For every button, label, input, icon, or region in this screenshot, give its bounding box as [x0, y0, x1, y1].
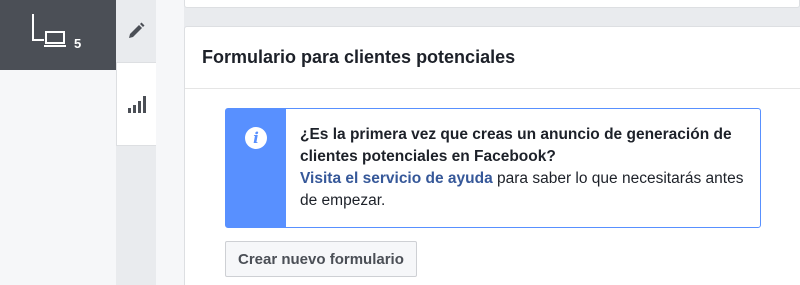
section-body: i ¿Es la primera vez que creas un anunci… — [185, 89, 800, 277]
help-center-link[interactable]: Visita el servicio de ayuda — [300, 170, 493, 187]
info-icon: i — [245, 127, 267, 149]
content-gutter — [156, 0, 184, 285]
info-callout: i ¿Es la primera vez que creas un anunci… — [225, 108, 761, 228]
info-callout-text: ¿Es la primera vez que creas un anuncio … — [286, 109, 756, 227]
navigation-panel — [0, 70, 116, 285]
create-new-form-button[interactable]: Crear nuevo formulario — [225, 241, 417, 277]
section-header: Formulario para clientes potenciales — [185, 27, 800, 89]
tool-rail — [116, 0, 156, 146]
ad-set-tree-item[interactable]: 5 — [0, 0, 116, 70]
left-navigation: 5 — [0, 0, 116, 285]
info-question: ¿Es la primera vez que creas un anuncio … — [300, 126, 732, 165]
pencil-icon — [129, 22, 145, 38]
info-callout-stripe: i — [226, 109, 286, 227]
bar-chart-icon — [127, 96, 146, 113]
ad-count-badge: 5 — [74, 36, 82, 51]
section-title: Formulario para clientes potenciales — [202, 47, 516, 67]
lead-form-section: Formulario para clientes potenciales i ¿… — [184, 26, 800, 285]
previous-section-card — [184, 0, 800, 8]
edit-tab[interactable] — [116, 0, 156, 62]
info-help-line: Visita el servicio de ayuda para saber l… — [300, 168, 756, 212]
ad-tree-icon — [32, 14, 66, 47]
results-tab[interactable] — [116, 62, 156, 146]
